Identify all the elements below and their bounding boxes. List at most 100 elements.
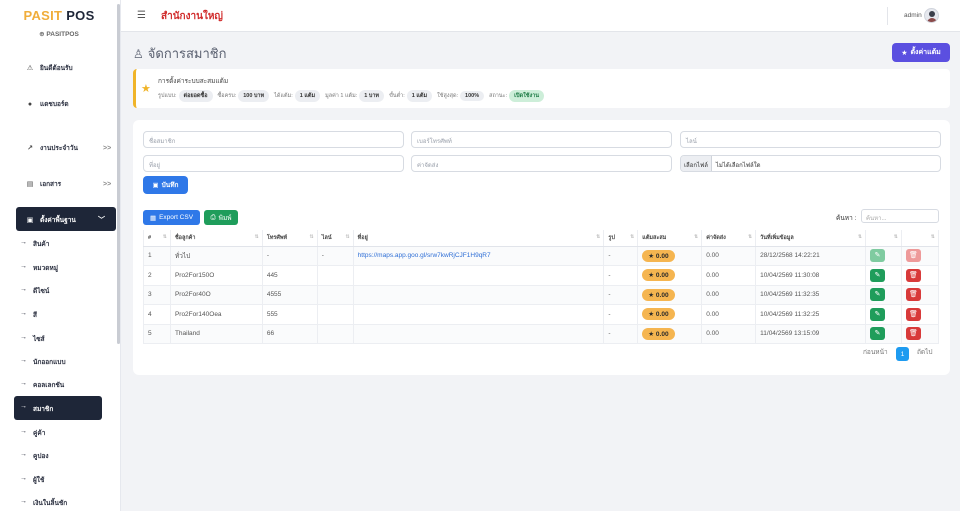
table-header-row: # ⇅ ชื่อลูกค้า ⇅ โทรศัพท์ ⇅ ไลน์ ⇅ ที่อยู่ ⇅ … [143, 230, 940, 247]
phone-input[interactable]: เบอร์โทรศัพท์ [411, 131, 672, 148]
line-input[interactable]: ไลน์ [680, 131, 941, 148]
delete-button[interactable]: 🗑 [905, 249, 921, 263]
arrow-right-icon: → [20, 286, 27, 293]
members-table: # ⇅ ชื่อลูกค้า ⇅ โทรศัพท์ ⇅ ไลน์ ⇅ ที่อยู่ ⇅ … [143, 230, 940, 344]
edit-button[interactable]: ✎ [870, 249, 886, 263]
table-row: 4 Pro2For140Oea 555 - ★ 0.00 0.00 10/04/… [143, 304, 940, 325]
column-header[interactable]: ไลน์ ⇅ [317, 230, 354, 247]
sidebar-scrollbar[interactable] [117, 4, 120, 344]
table-row: 5 Thailand 66 - ★ 0.00 0.00 11/04/2569 1… [143, 324, 940, 344]
choose-file-button[interactable]: เลือกไฟล์ [681, 156, 712, 171]
address-link[interactable]: https://maps.app.goo.gl/srw7kwRjCJF1H9qR… [358, 252, 491, 259]
address-input[interactable]: ที่อยู่ [143, 155, 404, 172]
sidebar-item-documents[interactable]: ▤ เอกสาร >> [26, 179, 112, 189]
arrow-right-icon: → [20, 334, 27, 341]
column-header[interactable]: ⇅ [865, 230, 902, 247]
arrow-right-icon: → [20, 428, 27, 435]
status-badge: เปิดใช้งาน [509, 90, 545, 102]
user-name[interactable]: admin [904, 12, 922, 19]
brand-subtitle: ⊕ PASITPOS [39, 31, 79, 38]
arrow-right-icon: → [20, 239, 27, 246]
info-icon: ● [27, 100, 33, 108]
topbar: ☰ สำนักงานใหญ่ admin [121, 0, 960, 32]
column-header[interactable]: รูป ⇅ [603, 230, 639, 247]
sidebar: PASIT POS ⊕ PASITPOS ⚠ ยินดีต้อนรับ ● แด… [0, 0, 121, 511]
points-badge: ★ 0.00 [642, 327, 675, 340]
shipping-input[interactable]: ค่าจัดส่ง [411, 155, 672, 172]
document-icon: ▤ [26, 181, 34, 188]
points-settings-card: ★ การตั้งค่าระบบสะสมแต้ม รูปแบบ: ต่อยอดซื… [133, 69, 950, 108]
sidebar-item-welcome[interactable]: ⚠ ยินดีต้อนรับ [26, 63, 73, 73]
column-header[interactable]: ค่าจัดส่ง ⇅ [701, 230, 757, 247]
sidebar-item-basic-settings[interactable]: ▣ ตั้งค่าพื้นฐาน ﹀ [16, 207, 116, 231]
delete-button[interactable]: 🗑 [905, 327, 921, 341]
edit-button[interactable]: ✎ [870, 327, 886, 341]
pagination-prev[interactable]: ก่อนหน้า [863, 347, 888, 357]
image-file-input[interactable]: เลือกไฟล์ ไม่ได้เลือกไฟล์ใด [680, 155, 941, 172]
arrow-right-icon: → [20, 451, 27, 458]
user-plus-icon: ♙ [133, 46, 144, 61]
pagination-next[interactable]: ถัดไป [917, 347, 933, 357]
delete-button[interactable]: 🗑 [905, 307, 921, 321]
edit-button[interactable]: ✎ [870, 288, 886, 302]
column-header[interactable]: ชื่อลูกค้า ⇅ [170, 230, 263, 247]
print-button[interactable]: ⎙ พิมพ์ [204, 210, 238, 225]
points-badge: ★ 0.00 [642, 288, 675, 301]
points-earn-badge: 1 แต้ม [294, 90, 321, 102]
column-header[interactable]: ที่อยู่ ⇅ [353, 230, 605, 247]
page-title: ♙ จัดการสมาชิก [133, 46, 227, 61]
printer-icon: ⎙ [210, 213, 216, 221]
printer-icon: ▣ [26, 217, 34, 224]
chevron-down-icon: ﹀ [98, 217, 105, 224]
edit-button[interactable]: ✎ [870, 307, 886, 321]
points-badge: ★ 0.00 [642, 269, 675, 282]
edit-button[interactable]: ✎ [870, 268, 886, 282]
column-header[interactable]: แต้มสะสม ⇅ [637, 230, 703, 247]
points-settings-button[interactable]: ★ ตั้งค่าแต้ม [892, 43, 950, 62]
pagination-page[interactable]: 1 [896, 347, 909, 361]
star-icon: ★ [901, 49, 908, 57]
arrow-right-icon: → [20, 498, 27, 505]
delete-button[interactable]: 🗑 [905, 288, 921, 302]
export-csv-button[interactable]: ▦ Export CSV [143, 210, 200, 225]
topbar-divider [887, 7, 888, 25]
search-label: ค้นหา : [836, 215, 857, 222]
file-icon: ▦ [149, 214, 157, 222]
points-mode-badge: ต่อยอดซื้อ [178, 90, 213, 102]
menu-toggle-icon[interactable]: ☰ [137, 10, 146, 21]
column-header[interactable]: # ⇅ [143, 230, 171, 247]
chart-line-icon: ↗ [27, 145, 33, 152]
points-badge: ★ 0.00 [642, 249, 675, 262]
branch-name[interactable]: สำนักงานใหญ่ [161, 9, 223, 24]
table-row: 1 ทั่วไป - - https://maps.app.goo.gl/srw… [143, 246, 940, 266]
arrow-right-icon: → [20, 475, 27, 482]
save-button[interactable]: ▣ บันทึก [143, 176, 188, 194]
arrow-right-icon: → [20, 403, 27, 410]
search-input[interactable]: ค้นหา... [861, 209, 939, 223]
avatar[interactable] [924, 8, 939, 23]
sidebar-item-dashboard[interactable]: ● แดชบอร์ด [26, 99, 69, 109]
table-row: 2 Pro2For150O 445 - ★ 0.00 0.00 10/04/25… [143, 265, 940, 286]
points-max-badge: 100% [460, 91, 485, 101]
brand-logo[interactable]: PASIT POS [0, 8, 118, 23]
table-row: 3 Pro2For40O 4555 - ★ 0.00 0.00 10/04/25… [143, 285, 940, 305]
points-badge: ★ 0.00 [642, 308, 675, 321]
arrow-right-icon: → [20, 310, 27, 317]
points-value-badge: 1 บาท [359, 90, 385, 102]
delete-button[interactable]: 🗑 [905, 268, 921, 282]
column-header[interactable]: ⇅ [901, 230, 940, 247]
sidebar-subitem-members[interactable]: → สมาชิก [14, 396, 102, 420]
points-min-badge: 1 แต้ม [406, 90, 433, 102]
member-name-input[interactable]: ชื่อสมาชิก [143, 131, 404, 148]
points-settings-row: รูปแบบ: ต่อยอดซื้อ ซื้อครบ: 100 บาท ได้แต้… [158, 90, 549, 102]
points-purchase-badge: 100 บาท [238, 90, 270, 102]
sidebar-item-daily-work[interactable]: ↗ งานประจำวัน >> [26, 143, 111, 153]
column-header[interactable]: วันที่เพิ่มข้อมูล ⇅ [755, 230, 867, 247]
chevron-right-icon: >> [103, 144, 112, 152]
arrow-right-icon: → [20, 380, 27, 387]
chevron-right-icon: >> [103, 180, 112, 188]
column-header[interactable]: โทรศัพท์ ⇅ [262, 230, 318, 247]
save-icon: ▣ [152, 182, 159, 189]
dashboard-icon: ⚠ [26, 65, 34, 72]
arrow-right-icon: → [20, 357, 27, 364]
